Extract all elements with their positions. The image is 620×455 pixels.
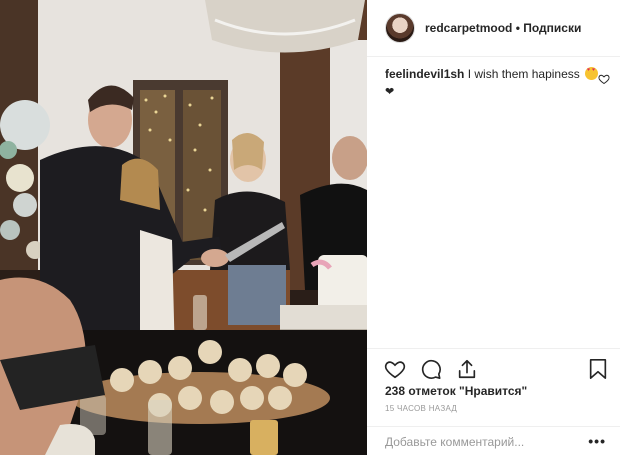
author-avatar[interactable] xyxy=(385,13,415,43)
comment-username[interactable]: feelindevil1sh xyxy=(385,67,464,81)
wedding-photo-illustration xyxy=(0,0,367,455)
post-actions: 238 отметок "Нравится" 15 ЧАСОВ НАЗАД ••… xyxy=(367,348,620,455)
comment-input[interactable] xyxy=(385,434,575,450)
header-separator: • xyxy=(515,21,520,35)
comment-text: I wish them hapiness xyxy=(467,67,580,81)
black-heart-emoji: ❤ xyxy=(385,86,395,98)
post-details-panel: redcarpetmood • Подписки feelindevil1sh … xyxy=(367,0,620,455)
bookmark-icon[interactable] xyxy=(588,358,608,380)
like-comment-icon[interactable] xyxy=(598,73,610,85)
header-text: redcarpetmood • Подписки xyxy=(425,21,581,35)
heart-icon[interactable] xyxy=(384,358,406,380)
likes-count[interactable]: 238 отметок "Нравится" xyxy=(385,384,527,398)
following-button[interactable]: Подписки xyxy=(523,21,581,35)
post-photo[interactable] xyxy=(0,0,367,455)
share-icon[interactable] xyxy=(456,358,478,380)
post-header: redcarpetmood • Подписки xyxy=(367,0,620,57)
post-timestamp[interactable]: 15 ЧАСОВ НАЗАД xyxy=(385,404,457,413)
comment-item: feelindevil1sh I wish them hapiness ❤ xyxy=(385,66,600,101)
author-username[interactable]: redcarpetmood xyxy=(425,21,512,35)
add-comment-bar: ••• xyxy=(367,426,620,455)
action-icons xyxy=(384,358,478,380)
bookmark-button[interactable] xyxy=(588,358,608,380)
heart-eyes-emoji-icon xyxy=(585,67,599,80)
comment-icon[interactable] xyxy=(420,358,442,380)
more-options-icon[interactable]: ••• xyxy=(588,434,606,448)
